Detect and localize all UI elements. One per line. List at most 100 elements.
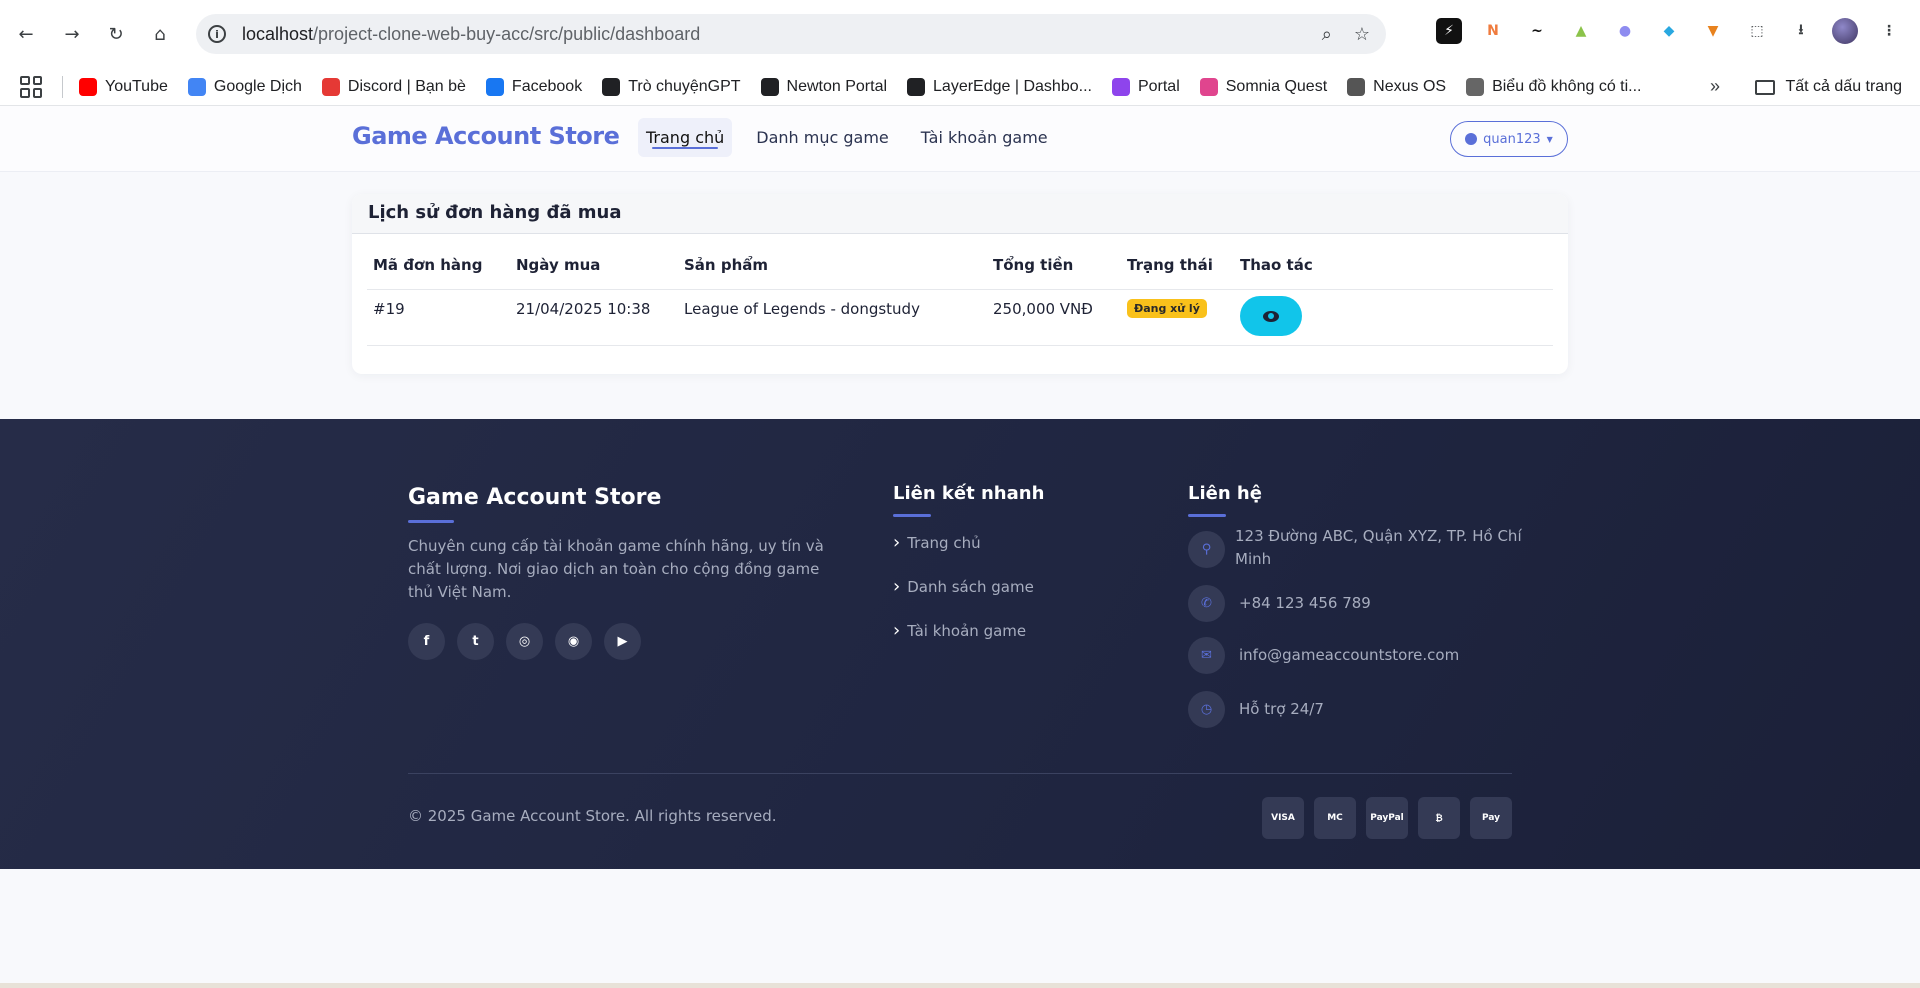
extension-icon[interactable]: ▲ — [1568, 18, 1594, 44]
youtube-icon — [79, 77, 97, 96]
contact-text: +84 123 456 789 — [1239, 594, 1371, 612]
apple-pay-icon: Pay — [1470, 797, 1512, 839]
paypal-icon: PayPal — [1366, 797, 1408, 839]
instagram-icon[interactable]: ◎ — [506, 623, 543, 660]
newton-icon — [760, 77, 779, 96]
bookmark-item[interactable]: Facebook — [485, 77, 582, 96]
location-pin-icon: ⚲ — [1188, 531, 1225, 568]
bookmark-label: LayerEdge | Dashbo... — [933, 77, 1092, 95]
order-product: League of Legends - dongstudy — [684, 300, 920, 318]
order-history-card: Lịch sử đơn hàng đã mua Mã đơn hàng Ngày … — [352, 194, 1568, 374]
footer-link[interactable]: Trang chủ — [893, 533, 1034, 577]
discord-icon — [321, 77, 340, 96]
bookmark-label: Nexus OS — [1373, 77, 1447, 95]
footer-link[interactable]: Tài khoản game — [893, 621, 1034, 665]
order-id: #19 — [373, 300, 405, 318]
bookmark-item[interactable]: Portal — [1111, 77, 1180, 96]
footer-divider — [408, 773, 1512, 774]
nav-link[interactable]: Trang chủ — [638, 118, 733, 157]
url-text[interactable]: localhost/project-clone-web-buy-acc/src/… — [242, 24, 700, 45]
bookmark-label: Biểu đồ không có ti... — [1492, 77, 1642, 95]
extension-icon[interactable]: N — [1480, 18, 1506, 44]
nav-link[interactable]: Tài khoản game — [913, 118, 1056, 157]
profile-avatar[interactable] — [1832, 18, 1858, 44]
bookmark-item[interactable]: YouTube — [79, 77, 168, 96]
contact-text: Hỗ trợ 24/7 — [1239, 700, 1324, 718]
table-header-cell: Tổng tiền — [993, 256, 1074, 274]
site-logo[interactable]: Game Account Store — [352, 122, 620, 150]
discord-icon[interactable]: ◉ — [555, 623, 592, 660]
footer-brand: Game Account Store — [408, 485, 662, 510]
phone-icon: ✆ — [1188, 585, 1225, 622]
bookmark-item[interactable]: Trò chuyệnGPT — [602, 77, 741, 96]
menu-kebab-icon[interactable]: ⋮ — [1876, 18, 1902, 44]
user-dropdown-button[interactable]: quan123 ▼ — [1450, 121, 1568, 157]
google-translate-icon — [187, 77, 206, 96]
site-info-icon[interactable]: i — [208, 25, 226, 43]
footer-brand-underline — [408, 520, 454, 523]
order-total: 250,000 VNĐ — [993, 300, 1093, 318]
table-header-cell: Thao tác — [1240, 256, 1313, 274]
footer-link[interactable]: Danh sách game — [893, 577, 1034, 621]
zoom-icon[interactable]: ⌕ — [1322, 24, 1332, 45]
bookmark-label: Trò chuyệnGPT — [628, 77, 741, 95]
bookmark-star-icon[interactable]: ☆ — [1354, 24, 1370, 45]
apps-grid-icon[interactable] — [20, 75, 42, 98]
bookmark-item[interactable]: Nexus OS — [1347, 77, 1447, 96]
bookmark-label: Google Dịch — [213, 77, 302, 95]
back-icon[interactable]: ← — [8, 17, 44, 51]
all-bookmarks-folder[interactable]: Tất cả dấu trang — [1755, 68, 1902, 106]
bookmark-item[interactable]: Somnia Quest — [1199, 77, 1328, 96]
bookmark-item[interactable]: Biểu đồ không có ti... — [1466, 77, 1642, 96]
youtube-icon[interactable]: ▶ — [604, 623, 641, 660]
view-order-button[interactable] — [1240, 296, 1302, 336]
bookmark-label: Somnia Quest — [1225, 77, 1328, 95]
extension-icon[interactable]: ◆ — [1656, 18, 1682, 44]
visa-icon: VISA — [1262, 797, 1304, 839]
bookmark-item[interactable]: Newton Portal — [760, 77, 887, 96]
footer-description: Chuyên cung cấp tài khoản game chính hãn… — [408, 537, 824, 601]
forward-icon[interactable]: → — [54, 17, 90, 51]
site-header: Game Account Store Trang chủ Danh mục gam… — [0, 106, 1920, 172]
clock-icon: ◷ — [1188, 691, 1225, 728]
bookmark-item[interactable]: Google Dịch — [187, 77, 302, 96]
address-bar[interactable]: i localhost/project-clone-web-buy-acc/sr… — [196, 14, 1386, 54]
extension-icon[interactable]: ~ — [1524, 18, 1550, 44]
download-icon[interactable]: ⭳ — [1788, 18, 1814, 44]
payment-methods: VISA MC PayPal ₿ Pay — [1262, 797, 1512, 839]
table-header-cell: Ngày mua — [516, 256, 601, 274]
quick-links-underline — [893, 514, 931, 517]
nexus-icon — [1347, 77, 1366, 96]
home-icon[interactable]: ⌂ — [142, 17, 178, 51]
twitter-icon[interactable]: t — [457, 623, 494, 660]
eye-icon — [1263, 310, 1279, 322]
table-header-cell: Sản phẩm — [684, 256, 768, 274]
bookmark-item[interactable]: Discord | Bạn bè — [321, 77, 466, 96]
more-bookmarks-icon[interactable]: » — [1710, 76, 1720, 97]
facebook-icon[interactable]: f — [408, 623, 445, 660]
main-nav: Trang chủ Danh mục game Tài khoản game — [638, 118, 1072, 157]
user-icon — [1465, 133, 1478, 145]
site-footer: Game Account Store Chuyên cung cấp tài k… — [0, 419, 1920, 869]
chart-icon — [1466, 77, 1485, 96]
browser-toolbar: ← → ↻ ⌂ i localhost/project-clone-web-bu… — [0, 0, 1920, 68]
order-table: Mã đơn hàng Ngày mua Sản phẩm Tổng tiền Trạn… — [367, 246, 1553, 346]
extension-icon[interactable]: ● — [1612, 18, 1638, 44]
status-cell: Đang xử lý — [1127, 298, 1207, 318]
bottom-strip — [0, 983, 1920, 988]
layeredge-icon — [907, 77, 926, 96]
bookmark-item[interactable]: LayerEdge | Dashbo... — [907, 77, 1092, 96]
reload-icon[interactable]: ↻ — [98, 17, 134, 51]
extensions-puzzle-icon[interactable]: ⬚ — [1744, 18, 1770, 44]
table-row: #19 21/04/2025 10:38 League of Legends - d… — [367, 290, 1553, 346]
table-header-cell: Trạng thái — [1127, 256, 1213, 274]
contact-text: info@gameaccountstore.com — [1239, 646, 1460, 664]
quick-links-title: Liên kết nhanh — [893, 483, 1045, 504]
quick-links-list: Trang chủDanh sách gameTài khoản game — [893, 533, 1034, 665]
mastercard-icon: MC — [1314, 797, 1356, 839]
order-date: 21/04/2025 10:38 — [516, 300, 651, 318]
nav-link[interactable]: Danh mục game — [748, 118, 897, 157]
chatgpt-icon — [602, 77, 621, 96]
metamask-icon[interactable]: ▼ — [1700, 18, 1726, 44]
extension-icon[interactable]: ⚡ — [1436, 18, 1462, 44]
